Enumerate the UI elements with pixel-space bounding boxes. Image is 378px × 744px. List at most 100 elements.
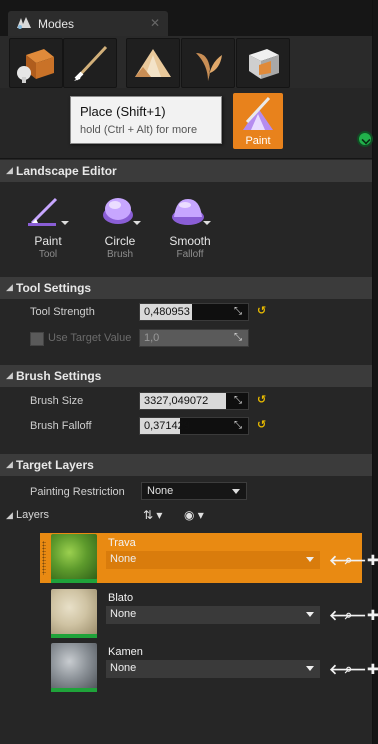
layer-name: Blato [108,592,134,604]
plus-icon[interactable]: ✚ [367,660,378,678]
magnifier-icon[interactable]: ⌕ [345,606,352,624]
section-title: Brush Settings [16,369,102,383]
tool-strength-field[interactable]: 0,480953 ⤡ [139,303,249,321]
dropdown-value: None [110,553,137,565]
collapse-triangle-icon: ◢ [6,165,13,175]
smooth-falloff-icon [172,199,204,225]
painting-restriction-label: Painting Restriction [30,486,125,498]
chevron-down-icon [133,221,141,225]
brush-falloff-label: Brush Falloff [30,420,92,432]
reset-icon[interactable]: ↺ [257,304,266,317]
section-title: Landscape Editor [16,164,117,178]
place-mode-button[interactable] [9,38,63,88]
section-title: Target Layers [16,458,94,472]
reset-icon[interactable]: ↺ [257,418,266,431]
layer-row-blato[interactable]: Blato None 🡐 ⌕ ✚ [40,588,378,638]
use-target-value-checkbox[interactable] [30,332,44,346]
tool-name: Circle [104,234,136,248]
place-mode-icon [17,49,54,83]
modes-tab-icon [16,16,32,30]
paint-mode-button[interactable] [63,38,117,88]
resize-arrows-icon: ⤡ [234,395,242,406]
landscape-mode-button[interactable] [126,38,180,88]
layer-row-kamen[interactable]: Kamen None 🡐 ⌕ ✚ [40,642,378,692]
drag-handle-icon[interactable] [42,541,46,575]
layer-name: Kamen [108,646,143,658]
modes-tab[interactable]: Modes ✕ [8,11,168,36]
collapse-triangle-icon: ◢ [6,282,13,292]
collapse-triangle-icon: ◢ [6,459,13,469]
layer-info-dropdown[interactable]: None [106,660,320,678]
tool-settings-header[interactable]: ◢ Tool Settings [0,277,372,299]
chevron-down-icon [306,666,314,671]
tool-name: Smooth [169,234,211,248]
layer-thumbnail-bar [51,579,97,583]
target-value-field: 1,0 ⤡ [139,329,249,347]
layer-thumbnail-bar [51,688,97,692]
target-value: 1,0 [144,332,160,344]
plus-icon[interactable]: ✚ [367,551,378,569]
magnifier-icon[interactable]: ⌕ [345,660,352,678]
chevron-down-icon [306,557,314,562]
brush-falloff-value: 0,371429 [144,420,190,432]
geometry-mode-icon [249,49,279,79]
plus-icon[interactable]: ✚ [367,606,378,624]
layer-row-trava[interactable]: Trava None 🡐 ⌕ ✚ [40,533,378,583]
sort-icon[interactable]: ⇅ ▾ [143,508,162,522]
tooltip-title: Place (Shift+1) [80,104,166,119]
layer-name: Trava [108,537,136,549]
tab-title: Modes [38,17,75,31]
chevron-down-icon [203,221,211,225]
layer-thumbnail [51,534,97,580]
brush-size-value: 3327,049072 [144,395,209,407]
dropdown-value: None [110,662,137,674]
paint-brush-tool-icon [28,197,58,226]
layer-info-dropdown[interactable]: None [106,606,320,624]
paint-tool-button[interactable]: Paint Tool [20,193,76,263]
landscape-editor-header[interactable]: ◢ Landscape Editor [0,160,372,182]
collapse-triangle-icon: ◢ [6,510,13,520]
resize-arrows-icon: ⤡ [234,332,242,343]
circle-brush-icon [103,198,133,224]
brush-size-label: Brush Size [30,395,84,407]
layer-info-dropdown[interactable]: None [106,551,320,569]
brush-size-field[interactable]: 3327,049072 ⤡ [139,392,249,410]
tooltip-hint: hold (Ctrl + Alt) for more [80,124,198,136]
dropdown-value: None [147,485,174,497]
smooth-falloff-button[interactable]: Smooth Falloff [162,193,218,263]
chevron-down-icon [61,221,69,225]
target-layers-header[interactable]: ◢ Target Layers [0,454,372,476]
tab-strip: Modes ✕ [0,0,372,36]
visibility-eye-icon[interactable]: ◉ ▾ [184,508,204,522]
paint-brush-mode-icon [74,45,108,81]
viewport-edge [373,0,378,744]
foliage-mode-button[interactable] [181,38,235,88]
geometry-mode-button[interactable] [236,38,290,88]
layer-thumbnail-bar [51,634,97,638]
mode-tooltip: Place (Shift+1) hold (Ctrl + Alt) for mo… [70,96,222,144]
tool-strength-label: Tool Strength [30,306,95,318]
resize-arrows-icon: ⤡ [234,306,242,317]
collapse-triangle-icon: ◢ [6,370,13,380]
section-title: Tool Settings [16,281,92,295]
chevron-down-icon [306,612,314,617]
resize-arrows-icon: ⤡ [234,420,242,431]
divider [0,158,372,159]
painting-restriction-dropdown[interactable]: None [141,482,247,500]
tool-name: Paint [34,234,62,248]
brush-settings-header[interactable]: ◢ Brush Settings [0,365,372,387]
mode-toolbar [0,36,372,88]
paint-tool-icon [243,96,273,130]
magnifier-icon[interactable]: ⌕ [345,551,352,569]
layer-thumbnail [51,643,97,689]
dropdown-value: None [110,608,137,620]
tool-sub: Tool [38,249,58,260]
circle-brush-button[interactable]: Circle Brush [92,193,148,263]
paint-tool-label: Paint [245,135,271,147]
paint-tool-mode-button[interactable]: Paint [233,93,283,149]
brush-falloff-field[interactable]: 0,371429 ⤡ [139,417,249,435]
tool-sub: Falloff [176,249,204,260]
foliage-mode-icon [196,53,222,81]
reset-icon[interactable]: ↺ [257,393,266,406]
close-icon[interactable]: ✕ [150,16,160,30]
